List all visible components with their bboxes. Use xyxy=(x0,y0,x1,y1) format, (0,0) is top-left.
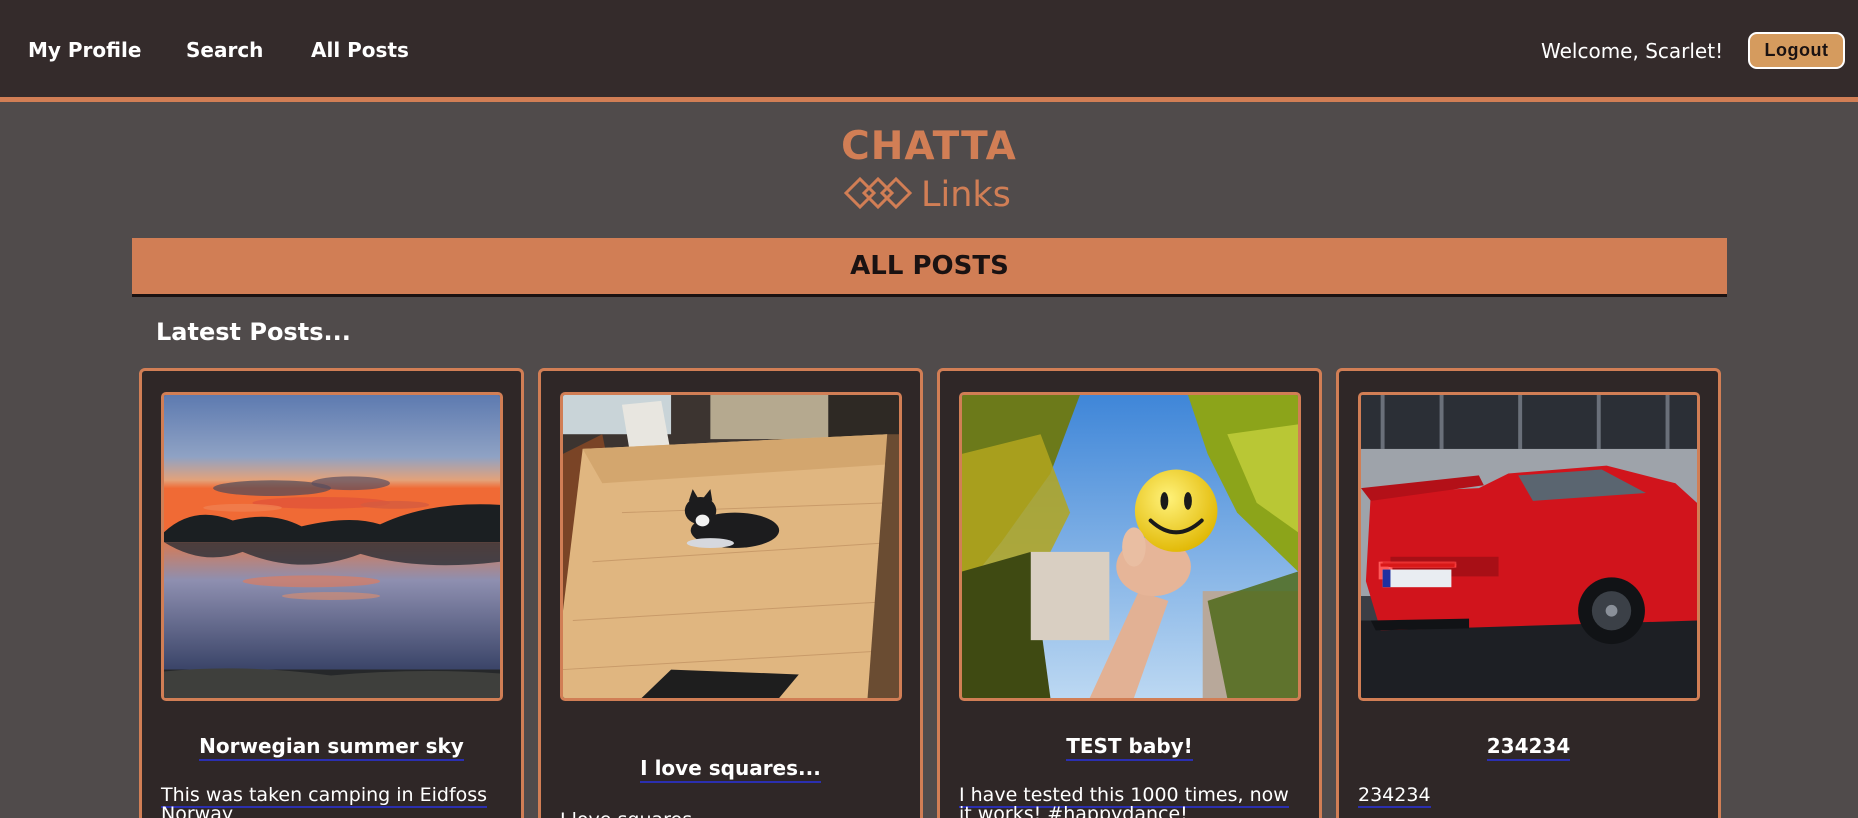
lake-sunset-photo[interactable] xyxy=(161,392,503,701)
post-title[interactable]: Norwegian summer sky xyxy=(142,734,521,761)
red-sports-car-photo[interactable] xyxy=(1358,392,1700,701)
cat-on-table-photo[interactable] xyxy=(560,392,902,701)
nav-all-posts[interactable]: All Posts xyxy=(311,38,409,62)
page-banner: ALL POSTS xyxy=(132,238,1727,297)
top-navbar: My Profile Search All Posts Welcome, Sca… xyxy=(0,0,1858,102)
post-card[interactable]: I love squares... I love squares xyxy=(538,368,923,818)
post-card[interactable]: TEST baby! I have tested this 1000 times… xyxy=(937,368,1322,818)
logo-links-text: Links xyxy=(921,175,1011,215)
post-body: 234234 xyxy=(1358,784,1431,808)
post-body: I love squares xyxy=(560,809,900,818)
logo-title: CHATTA xyxy=(841,124,1017,169)
post-card[interactable]: 234234 234234 xyxy=(1336,368,1721,818)
nav-my-profile[interactable]: My Profile xyxy=(28,38,141,62)
welcome-message: Welcome, Scarlet! xyxy=(1541,39,1724,63)
logout-button[interactable]: Logout xyxy=(1748,32,1845,69)
post-title[interactable]: 234234 xyxy=(1339,734,1718,761)
smiley-ball-photo[interactable] xyxy=(959,392,1301,701)
logo-subtitle: Links xyxy=(843,173,1011,217)
page-banner-text: ALL POSTS xyxy=(850,251,1009,281)
section-heading: Latest Posts... xyxy=(156,318,351,346)
post-body: I have tested this 1000 times, now it wo… xyxy=(959,784,1299,818)
post-body: This was taken camping in Eidfoss Norway xyxy=(161,784,501,818)
post-card[interactable]: Norwegian summer sky This was taken camp… xyxy=(139,368,524,818)
post-title[interactable]: I love squares... xyxy=(541,756,920,783)
chain-links-icon xyxy=(843,173,913,217)
post-title[interactable]: TEST baby! xyxy=(940,734,1319,761)
nav-search[interactable]: Search xyxy=(186,38,263,62)
